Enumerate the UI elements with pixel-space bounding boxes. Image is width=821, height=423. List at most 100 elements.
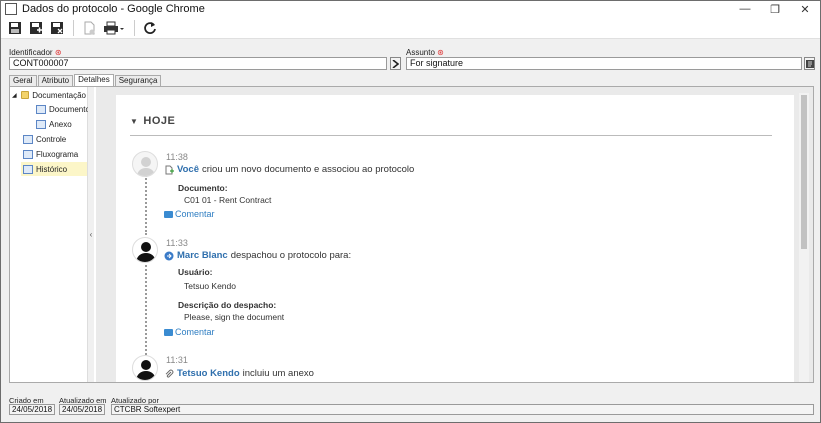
toolbar: [1, 17, 820, 39]
comment-label: Comentar: [175, 327, 215, 337]
action-text: criou um novo documento e associou ao pr…: [202, 164, 415, 175]
entry-time: 11:38: [166, 152, 188, 162]
action-text: despachou o protocolo para:: [230, 250, 352, 261]
avatar: [132, 151, 158, 177]
subject-field[interactable]: For signature: [406, 57, 802, 70]
tab-geral[interactable]: Geral: [9, 75, 37, 86]
field-value: C01 01 - Rent Contract: [184, 195, 272, 205]
restore-button[interactable]: ❐: [760, 1, 790, 17]
history-icon: [23, 164, 33, 174]
field-label: Documento:: [178, 183, 228, 193]
collapse-left-icon[interactable]: ‹: [90, 230, 93, 239]
field-label: Usuário:: [178, 267, 213, 277]
toolbar-separator: [73, 19, 74, 36]
details-panel: ◢ Documentação Documento Anexo Controle …: [9, 86, 814, 383]
default-user-icon: [137, 157, 155, 176]
document-app-icon: [5, 3, 17, 15]
save-new-button[interactable]: [26, 18, 46, 38]
tree-item-controle[interactable]: Controle: [23, 132, 66, 146]
identifier-label: Identificador ⊛: [9, 48, 62, 57]
collapse-arrow-icon[interactable]: ▼: [130, 117, 138, 126]
refresh-icon: [144, 21, 156, 34]
comment-link[interactable]: Comentar: [164, 327, 215, 337]
tab-bar: Geral Atributo Detalhes Segurança: [9, 74, 162, 86]
tab-seguranca[interactable]: Segurança: [114, 75, 162, 86]
group-header-hoje[interactable]: ▼ HOJE: [130, 115, 175, 127]
comment-icon: [164, 210, 173, 218]
browser-window: Dados do protocolo - Google Chrome — ❐ ✕…: [0, 0, 821, 423]
field-label: Descrição do despacho:: [178, 300, 277, 310]
refresh-button[interactable]: [140, 18, 160, 38]
folder-icon: [20, 91, 30, 99]
dispatch-icon: [164, 251, 174, 261]
actor-link[interactable]: Tetsuo Kendo: [177, 368, 240, 379]
tree-item-documento[interactable]: Documento: [36, 102, 90, 116]
field-value: Please, sign the document: [184, 312, 285, 322]
tree-item-label: Anexo: [49, 119, 72, 129]
field-value: Tetsuo Kendo: [184, 281, 236, 291]
tree-item-anexo[interactable]: Anexo: [36, 117, 72, 131]
user-silhouette-icon: [136, 360, 156, 380]
subject-label: Assunto ⊛: [406, 48, 444, 57]
avatar: [132, 355, 158, 381]
print-icon: [104, 21, 124, 34]
identifier-field[interactable]: CONT000007: [9, 57, 387, 70]
save-new-icon: [30, 21, 42, 34]
save-close-button[interactable]: [47, 18, 67, 38]
new-document-button[interactable]: [79, 18, 99, 38]
history-content: ▼ HOJE 11:38 Você criou um novo document…: [96, 87, 813, 382]
comment-link[interactable]: Comentar: [164, 209, 215, 219]
required-icon: ⊛: [54, 48, 62, 57]
updated-field: 24/05/2018: [59, 404, 105, 415]
actor-link[interactable]: Marc Blanc: [177, 250, 228, 261]
avatar: [132, 237, 158, 263]
vertical-scrollbar[interactable]: [799, 93, 809, 382]
created-field: 24/05/2018: [9, 404, 55, 415]
tree-item-label: Documentação: [32, 90, 86, 100]
entry-action: Tetsuo Kendo incluiu um anexo: [164, 368, 314, 379]
comment-icon: [164, 328, 173, 336]
expand-icon[interactable]: ◢: [12, 92, 17, 99]
scrollbar-thumb[interactable]: [801, 95, 807, 249]
actor-link[interactable]: Você: [177, 164, 199, 175]
tab-detalhes[interactable]: Detalhes: [74, 74, 114, 86]
flowchart-icon: [23, 149, 33, 159]
control-icon: [23, 134, 33, 144]
attachment-icon: [164, 369, 174, 379]
identifier-go-button[interactable]: [390, 57, 401, 70]
required-icon: ⊛: [437, 48, 444, 57]
toolbar-separator: [134, 19, 135, 36]
tree-item-label: Histórico: [36, 164, 68, 174]
new-document-icon: [84, 21, 95, 34]
entry-action: Marc Blanc despachou o protocolo para:: [164, 250, 351, 261]
history-card: ▼ HOJE 11:38 Você criou um novo document…: [116, 95, 794, 382]
save-button[interactable]: [5, 18, 25, 38]
print-button[interactable]: [100, 18, 128, 38]
subject-editor-button[interactable]: [804, 57, 815, 70]
tree-item-historico[interactable]: Histórico: [21, 162, 87, 176]
updated-by-field: CTCBR Softexpert: [111, 404, 814, 415]
timeline-connector: [145, 260, 147, 355]
title-bar: Dados do protocolo - Google Chrome — ❐ ✕: [1, 1, 820, 17]
save-close-icon: [51, 21, 63, 34]
entry-action: Você criou um novo documento e associou …: [164, 164, 414, 175]
timeline-connector: [145, 175, 147, 235]
navigation-tree: ◢ Documentação Documento Anexo Controle …: [10, 87, 90, 382]
entry-time: 11:31: [166, 355, 188, 365]
group-divider: [130, 135, 772, 136]
user-silhouette-icon: [136, 242, 156, 262]
document-icon: [36, 104, 46, 114]
panel-splitter[interactable]: ‹: [88, 87, 94, 382]
text-editor-icon: [805, 59, 814, 68]
tree-item-documentacao[interactable]: ◢ Documentação: [12, 88, 86, 102]
close-button[interactable]: ✕: [790, 1, 820, 17]
new-document-icon: [164, 165, 174, 175]
minimize-button[interactable]: —: [730, 1, 760, 17]
attachment-icon: [36, 119, 46, 129]
window-title: Dados do protocolo - Google Chrome: [22, 3, 205, 15]
tree-item-fluxograma[interactable]: Fluxograma: [23, 147, 78, 161]
tree-item-label: Fluxograma: [36, 149, 79, 159]
save-icon: [9, 21, 21, 34]
tab-atributo[interactable]: Atributo: [37, 75, 74, 86]
tree-item-label: Documento: [49, 104, 90, 114]
